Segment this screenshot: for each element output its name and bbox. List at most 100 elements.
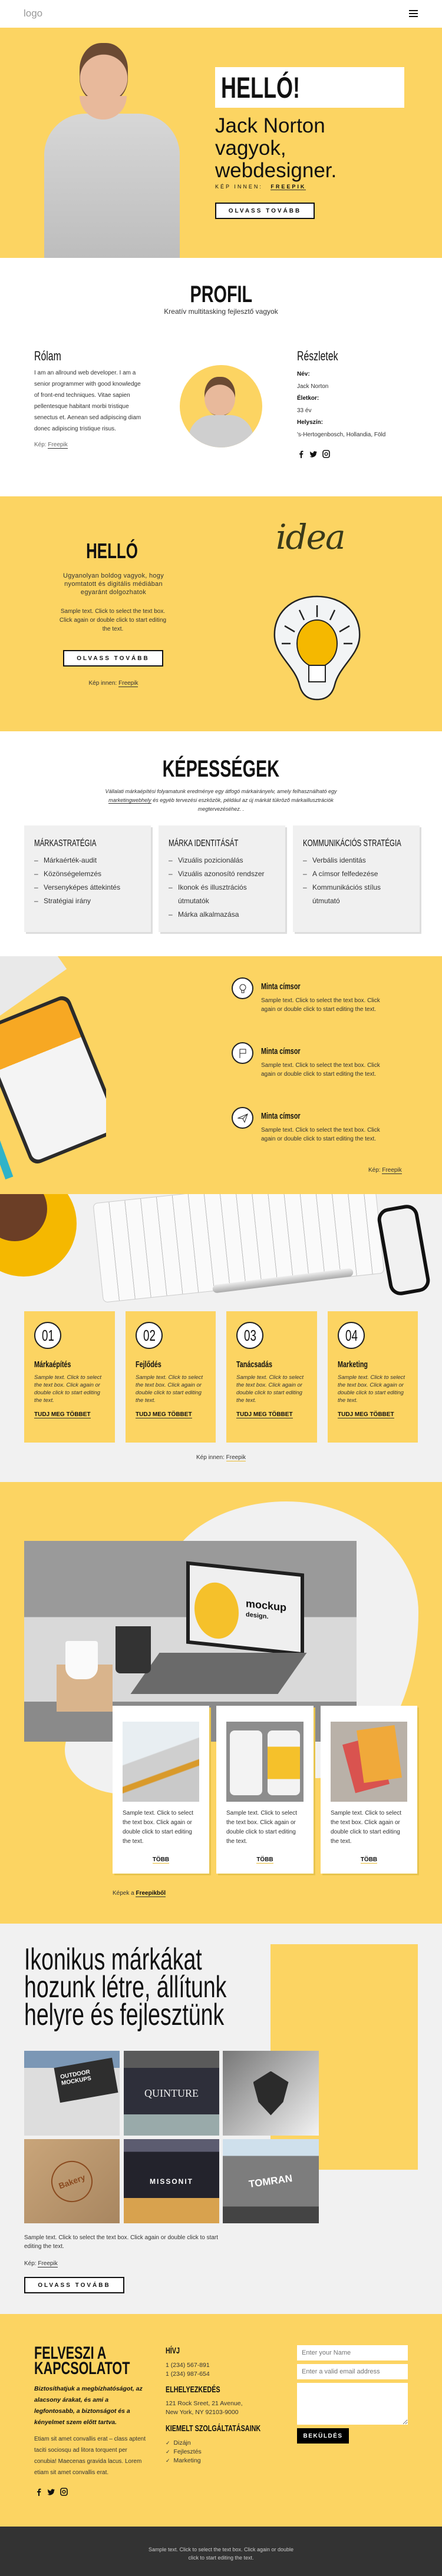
hero-credit-link[interactable]: FREEPIK: [271, 184, 306, 190]
hero-name-text: Jack Norton vagyok, webdesigner.: [215, 115, 337, 182]
hello-text: Sample text. Click to select the text bo…: [59, 608, 167, 632]
brands-credit: Kép: Freepik: [24, 2258, 58, 2269]
gallery-sign: TOMRAN: [248, 2172, 293, 2190]
hello-read-more-button[interactable]: OLVASS TOVÁBB: [63, 650, 163, 667]
gallery-item[interactable]: QUINTURE: [124, 2051, 219, 2136]
skill-item: Versenyképes áttekintés: [34, 881, 141, 894]
gallery-item[interactable]: OUTDOOR MOCKUPS: [24, 2051, 120, 2136]
hero-credit: KÉP INNEN: FREEPIK: [215, 184, 306, 190]
gallery-item[interactable]: Bakery: [24, 2139, 120, 2223]
hero-title-box: HELLÓ!: [215, 67, 404, 108]
skill-item: A címsor felfedezése: [303, 867, 410, 881]
mockup-card: Sample text. Click to select the text bo…: [216, 1706, 314, 1874]
service-card: 02 Fejlődés Sample text. Click to select…: [126, 1311, 216, 1443]
facebook-icon[interactable]: [35, 2488, 42, 2496]
skill-item: Stratégiai irány: [34, 894, 141, 908]
about-credit-link[interactable]: Freepik: [48, 442, 68, 449]
gallery-sign: QUINTURE: [144, 2087, 199, 2099]
mockups-credit-link[interactable]: Freepikből: [136, 1890, 166, 1897]
phone-number[interactable]: 1 (234) 567-891: [166, 2361, 210, 2370]
services-credit-label: Kép innen:: [196, 1454, 225, 1461]
features-section: Minta címsor Sample text. Click to selec…: [0, 956, 442, 1194]
contact-social: [35, 2488, 68, 2496]
about-credit: Kép: Freepik: [34, 439, 68, 450]
feature-title: Minta címsor: [261, 1046, 301, 1056]
skills-intro-text: Vállalati márkaépítési folyamatunk eredm…: [105, 788, 337, 794]
twitter-icon[interactable]: [309, 450, 318, 458]
mockup-card-more-link[interactable]: TÖBB: [152, 1856, 170, 1864]
mockup-card-more-link[interactable]: TÖBB: [360, 1856, 378, 1864]
brands-title-line: helyre és fejlesztünk: [24, 1998, 225, 2032]
service-list-item: ✓ Marketing: [166, 2456, 202, 2465]
brands-credit-link[interactable]: Freepik: [38, 2260, 58, 2267]
twitter-icon[interactable]: [47, 2488, 55, 2496]
service-text: Sample text. Click to select the text bo…: [34, 1374, 102, 1404]
name-input[interactable]: [297, 2345, 408, 2360]
submit-button[interactable]: BEKÜLDÉS: [297, 2428, 349, 2444]
about-text: I am an allround web developer. I am a s…: [34, 370, 141, 432]
mockup-card: Sample text. Click to select the text bo…: [113, 1706, 209, 1874]
detail-label: Életkor:: [297, 395, 319, 402]
hero-read-more-button[interactable]: OLVASS TOVÁBB: [215, 203, 315, 219]
features-credit: Kép: Freepik: [368, 1165, 402, 1176]
check-icon: ✓: [166, 2458, 170, 2464]
gallery-item[interactable]: TOMRAN: [223, 2139, 319, 2223]
check-icon: ✓: [166, 2440, 170, 2446]
services-credit: Kép innen: Freepik: [0, 1452, 442, 1463]
contact-text: Etiam sit amet convallis erat – class ap…: [34, 2436, 146, 2476]
gallery-item[interactable]: MISSONIT: [124, 2139, 219, 2223]
skill-item: Ikonok és illusztrációs útmutatók: [169, 881, 275, 908]
paper-plane-icon: [232, 1107, 253, 1129]
hello-credit: Kép innen: Freepik: [0, 678, 227, 689]
service-title: Fejlődés: [136, 1360, 161, 1370]
mockups-section: mockup design. Sample text. Click to sel…: [0, 1482, 442, 1924]
hero-title: HELLÓ!: [221, 71, 300, 104]
gallery-item[interactable]: [223, 2051, 319, 2136]
service-learn-more-link[interactable]: TUDJ MEG TÖBBET: [136, 1411, 192, 1418]
service-number: 03: [236, 1322, 263, 1349]
skills-section: KÉPESSÉGEK Vállalati márkaépítési folyam…: [0, 731, 442, 956]
hello-credit-link[interactable]: Freepik: [118, 680, 138, 687]
laptop-screen-subtitle: design.: [246, 1611, 269, 1621]
service-learn-more-link[interactable]: TUDJ MEG TÖBBET: [338, 1411, 394, 1418]
mockup-card-more-link[interactable]: TÖBB: [256, 1856, 273, 1864]
service-learn-more-link[interactable]: TUDJ MEG TÖBBET: [34, 1411, 91, 1418]
service-learn-more-link[interactable]: TUDJ MEG TÖBBET: [236, 1411, 293, 1418]
features-credit-link[interactable]: Freepik: [382, 1167, 402, 1174]
mockup-card-text: Sample text. Click to select the text bo…: [123, 1810, 194, 1845]
profile-social: [298, 450, 330, 458]
service-text: Sample text. Click to select the text bo…: [338, 1374, 405, 1404]
instagram-icon[interactable]: [60, 2488, 68, 2496]
profile-subtitle: Kreatív multitasking fejlesztő vagyok: [164, 307, 278, 316]
email-input[interactable]: [297, 2364, 408, 2379]
message-textarea[interactable]: [297, 2383, 408, 2425]
facebook-icon[interactable]: [298, 450, 305, 458]
brands-credit-label: Kép:: [24, 2260, 37, 2267]
service-card: 01 Márkaépítés Sample text. Click to sel…: [24, 1311, 115, 1443]
desk-phone-photo: [0, 956, 106, 1194]
phone-number[interactable]: 1 (234) 987-654: [166, 2370, 210, 2379]
details-list: Név: Jack Norton Életkor: 33 év Helyszín…: [297, 369, 385, 441]
contact-section: FELVESZI A KAPCSOLATOT Biztosíthatjuk a …: [0, 2314, 442, 2527]
hamburger-icon[interactable]: [409, 10, 418, 17]
services-credit-link[interactable]: Freepik: [226, 1454, 246, 1461]
hero-section: HELLÓ! Jack Norton vagyok, webdesigner. …: [0, 28, 442, 258]
hero-line: vagyok,: [215, 137, 286, 160]
logo[interactable]: logo: [24, 8, 42, 19]
profile-avatar: [180, 365, 262, 447]
flag-icon: [232, 1042, 253, 1064]
instagram-icon[interactable]: [322, 450, 330, 458]
service-number: 04: [338, 1322, 365, 1349]
address-line: 121 Rock Sreet, 21 Avenue,: [166, 2400, 243, 2407]
mockups-credit: Képek a Freepikből: [113, 1888, 166, 1899]
mockup-card-text: Sample text. Click to select the text bo…: [331, 1810, 402, 1845]
call-title: HÍVJ: [166, 2346, 180, 2356]
lightbulb-icon: [232, 977, 253, 999]
gallery-sign: Bakery: [45, 2154, 98, 2208]
skills-intro-link[interactable]: marketingwebhely: [108, 797, 151, 804]
brands-read-more-button[interactable]: OLVASS TOVÁBB: [24, 2277, 124, 2293]
brands-title-line: hozunk létre, állítunk: [24, 1970, 227, 2004]
lion-logo-icon: [253, 2071, 289, 2116]
skill-item: Kommunikációs stílus útmutató: [303, 881, 410, 908]
skill-card-title: MÁRKASTRATÉGIA: [34, 838, 97, 848]
